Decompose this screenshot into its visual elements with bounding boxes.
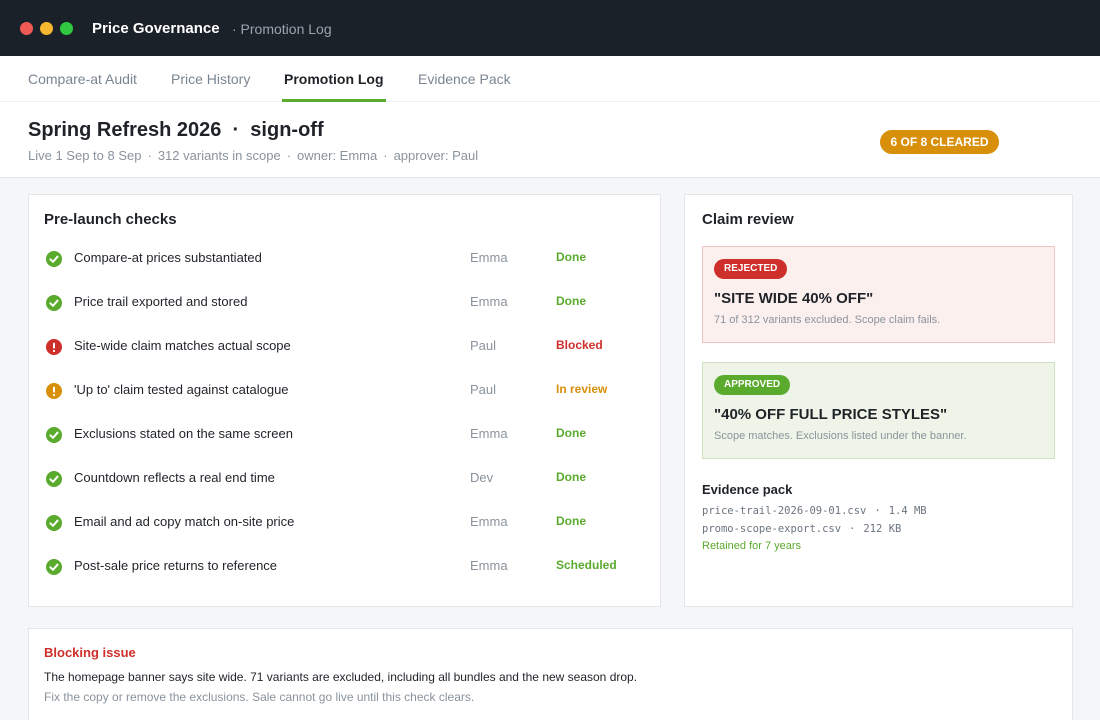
check-row[interactable]: 'Up to' claim tested against catalogue Pa…: [29, 376, 659, 420]
cleared-status-badge: 6 OF 8 CLEARED: [880, 130, 999, 154]
tab-promotion-log[interactable]: Promotion Log: [282, 71, 386, 102]
warning-circle-icon: [46, 383, 62, 399]
check-row[interactable]: Compare-at prices substantiated Emma Done: [29, 244, 659, 288]
check-status: Done: [556, 294, 586, 308]
check-owner: Paul: [470, 338, 497, 353]
check-circle-icon: [46, 471, 62, 487]
check-circle-icon: [46, 251, 62, 267]
window-minimize-button[interactable]: [40, 22, 53, 35]
blocking-issue-text: The homepage banner says site wide. 71 v…: [44, 670, 638, 684]
check-circle-icon: [46, 515, 62, 531]
blocking-issue-card: Blocking issue The homepage banner says …: [28, 628, 1073, 720]
app-title: Price Governance: [92, 20, 220, 37]
blocking-issue-guidance: Fix the copy or remove the exclusions. S…: [44, 690, 475, 704]
check-label: 'Up to' claim tested against catalogue: [74, 382, 289, 397]
evidence-file-size: 212 KB: [863, 523, 902, 535]
check-owner: Emma: [470, 558, 508, 573]
prelaunch-checks-title: Pre-launch checks: [44, 211, 177, 228]
approved-claim-note: Scope matches. Exclusions listed under t…: [714, 430, 967, 442]
evidence-file-name: promo-scope-export.csv: [702, 523, 842, 535]
check-owner: Emma: [470, 514, 508, 529]
check-row[interactable]: Exclusions stated on the same screen Emma…: [29, 420, 659, 464]
approved-badge: APPROVED: [714, 375, 791, 395]
evidence-separator: ·: [874, 505, 881, 517]
check-status: Blocked: [556, 338, 603, 352]
window-titlebar: Price Governance · Promotion Log: [0, 0, 1100, 56]
check-owner: Paul: [470, 382, 497, 397]
check-label: Compare-at prices substantiated: [74, 250, 262, 265]
meta-approver: approver: Paul: [393, 148, 479, 163]
meta-separator: ·: [383, 148, 388, 163]
evidence-separator: ·: [849, 523, 856, 535]
meta-scope: 312 variants in scope: [157, 148, 281, 163]
check-status: Done: [556, 470, 586, 484]
evidence-file-size: 1.4 MB: [888, 505, 927, 517]
prelaunch-checks-card: Pre-launch checks Compare-at prices subs…: [28, 194, 661, 607]
blocking-issue-title: Blocking issue: [44, 645, 136, 660]
rejected-claim-text: "SITE WIDE 40% OFF": [714, 290, 874, 307]
alert-circle-icon: [46, 339, 62, 355]
check-owner: Emma: [470, 426, 508, 441]
check-label: Email and ad copy match on-site price: [74, 514, 295, 529]
evidence-pack-title: Evidence pack: [702, 482, 793, 497]
check-label: Exclusions stated on the same screen: [74, 426, 293, 441]
tab-price-history[interactable]: Price History: [171, 71, 250, 102]
check-row[interactable]: Countdown reflects a real end time Dev Don…: [29, 464, 659, 508]
tab-evidence-pack[interactable]: Evidence Pack: [418, 71, 511, 102]
page-meta: Live 1 Sep to 8 Sep · 312 variants in scop…: [28, 148, 478, 163]
app-subtitle: · Promotion Log: [232, 21, 332, 37]
check-status: Done: [556, 426, 586, 440]
meta-separator: ·: [286, 148, 292, 163]
rejected-claim: REJECTED "SITE WIDE 40% OFF" 71 of 312 v…: [702, 246, 1055, 343]
check-circle-icon: [46, 295, 62, 311]
rejected-claim-note: 71 of 312 variants excluded. Scope claim…: [714, 314, 941, 326]
check-circle-icon: [46, 427, 62, 443]
evidence-file-name: price-trail-2026-09-01.csv: [702, 505, 867, 517]
check-circle-icon: [46, 559, 62, 575]
check-row[interactable]: Price trail exported and stored Emma Done: [29, 288, 659, 332]
check-label: Post-sale price returns to reference: [74, 558, 278, 573]
meta-separator: ·: [147, 148, 152, 163]
check-status: Scheduled: [556, 558, 617, 572]
rejected-badge: REJECTED: [714, 259, 788, 279]
approved-claim-text: "40% OFF FULL PRICE STYLES": [714, 406, 948, 423]
claim-review-card: Claim review REJECTED "SITE WIDE 40% OFF…: [684, 194, 1073, 607]
check-status: In review: [556, 382, 608, 396]
evidence-retention: Retained for 7 years: [702, 540, 802, 552]
evidence-file[interactable]: promo-scope-export.csv · 212 KB: [702, 523, 901, 535]
page-header: Compare-at Audit Price History Promotion…: [0, 56, 1100, 178]
check-label: Site-wide claim matches actual scope: [74, 338, 291, 353]
check-label: Countdown reflects a real end time: [74, 470, 275, 485]
check-status: Done: [556, 514, 586, 528]
check-row[interactable]: Site-wide claim matches actual scope Paul…: [29, 332, 659, 376]
window-maximize-button[interactable]: [60, 22, 73, 35]
check-owner: Emma: [470, 250, 508, 265]
check-row[interactable]: Post-sale price returns to reference Emma…: [29, 552, 659, 596]
check-owner: Dev: [470, 470, 494, 485]
evidence-file[interactable]: price-trail-2026-09-01.csv · 1.4 MB: [702, 505, 927, 517]
check-owner: Emma: [470, 294, 508, 309]
tab-compare-at-audit[interactable]: Compare-at Audit: [28, 71, 137, 102]
approved-claim: APPROVED "40% OFF FULL PRICE STYLES" Sco…: [702, 362, 1055, 459]
check-status: Done: [556, 250, 586, 264]
claim-review-title: Claim review: [702, 211, 794, 228]
page-title: Spring Refresh 2026 · sign-off: [28, 119, 324, 141]
meta-live-window: Live 1 Sep to 8 Sep: [28, 148, 142, 163]
tab-bar: Compare-at Audit Price History Promotion…: [0, 56, 1100, 102]
window-close-button[interactable]: [20, 22, 33, 35]
check-label: Price trail exported and stored: [74, 294, 248, 309]
check-row[interactable]: Email and ad copy match on-site price Emm…: [29, 508, 659, 552]
meta-owner: owner: Emma: [297, 148, 378, 163]
